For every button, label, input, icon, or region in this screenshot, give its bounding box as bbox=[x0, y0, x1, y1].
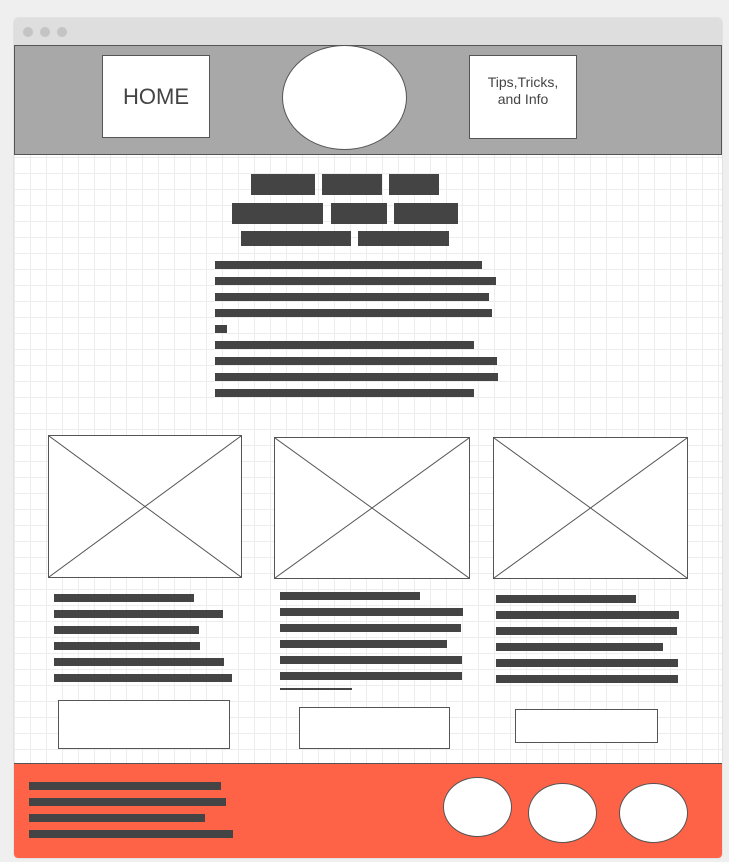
footer-text-line bbox=[29, 782, 221, 790]
social-circle-icon[interactable] bbox=[528, 783, 597, 843]
text-line bbox=[496, 659, 678, 667]
headline-word bbox=[241, 231, 351, 246]
text-line bbox=[54, 642, 200, 650]
text-line bbox=[496, 643, 663, 651]
text-line bbox=[280, 624, 461, 632]
nav-tips-label: Tips,Tricks, and Info bbox=[487, 74, 559, 107]
nav-home-label: HOME bbox=[123, 83, 189, 109]
text-line bbox=[496, 611, 679, 619]
headline-word bbox=[322, 174, 382, 195]
footer-text-line bbox=[29, 798, 226, 806]
headline-word bbox=[232, 203, 323, 224]
maximize-dot-icon[interactable] bbox=[57, 27, 67, 37]
image-placeholder-icon bbox=[274, 437, 470, 579]
text-line bbox=[54, 594, 194, 602]
text-line bbox=[215, 309, 492, 317]
image-placeholder-icon bbox=[493, 437, 688, 579]
text-line bbox=[54, 658, 224, 666]
headline-word bbox=[358, 231, 449, 246]
text-line bbox=[280, 608, 463, 616]
minimize-dot-icon[interactable] bbox=[40, 27, 50, 37]
card-button[interactable] bbox=[58, 700, 230, 749]
text-line bbox=[280, 688, 352, 690]
close-dot-icon[interactable] bbox=[23, 27, 33, 37]
nav-tips-button[interactable]: Tips,Tricks, and Info bbox=[469, 55, 577, 139]
footer-text-line bbox=[29, 830, 233, 838]
text-line bbox=[496, 595, 636, 603]
text-line bbox=[215, 261, 482, 269]
footer-text-line bbox=[29, 814, 205, 822]
text-line bbox=[215, 373, 498, 381]
text-line bbox=[215, 293, 489, 301]
text-line bbox=[215, 389, 474, 397]
text-line bbox=[54, 674, 232, 682]
logo-circle-icon[interactable] bbox=[282, 45, 407, 150]
card-button[interactable] bbox=[515, 709, 658, 743]
headline-word bbox=[251, 174, 315, 195]
text-line bbox=[280, 672, 462, 680]
title-bar bbox=[14, 18, 722, 45]
image-placeholder-icon bbox=[48, 435, 242, 578]
text-line bbox=[496, 627, 677, 635]
headline-word bbox=[331, 203, 387, 224]
text-line bbox=[215, 277, 496, 285]
nav-home-button[interactable]: HOME bbox=[102, 55, 210, 138]
text-line bbox=[280, 640, 447, 648]
browser-window: HOME Tips,Tricks, and Info bbox=[14, 18, 722, 858]
text-line bbox=[496, 675, 678, 683]
headline-word bbox=[389, 174, 439, 195]
text-line bbox=[54, 610, 223, 618]
text-line bbox=[280, 656, 462, 664]
text-line bbox=[215, 357, 497, 365]
text-line bbox=[54, 626, 199, 634]
headline-word bbox=[394, 203, 458, 224]
text-line bbox=[280, 592, 420, 600]
text-line bbox=[215, 325, 227, 333]
social-circle-icon[interactable] bbox=[619, 783, 688, 843]
card-button[interactable] bbox=[299, 707, 450, 749]
social-circle-icon[interactable] bbox=[443, 777, 512, 837]
page-canvas: HOME Tips,Tricks, and Info bbox=[14, 45, 722, 858]
site-header: HOME Tips,Tricks, and Info bbox=[14, 45, 722, 155]
text-line bbox=[215, 341, 474, 349]
site-footer bbox=[14, 763, 722, 858]
